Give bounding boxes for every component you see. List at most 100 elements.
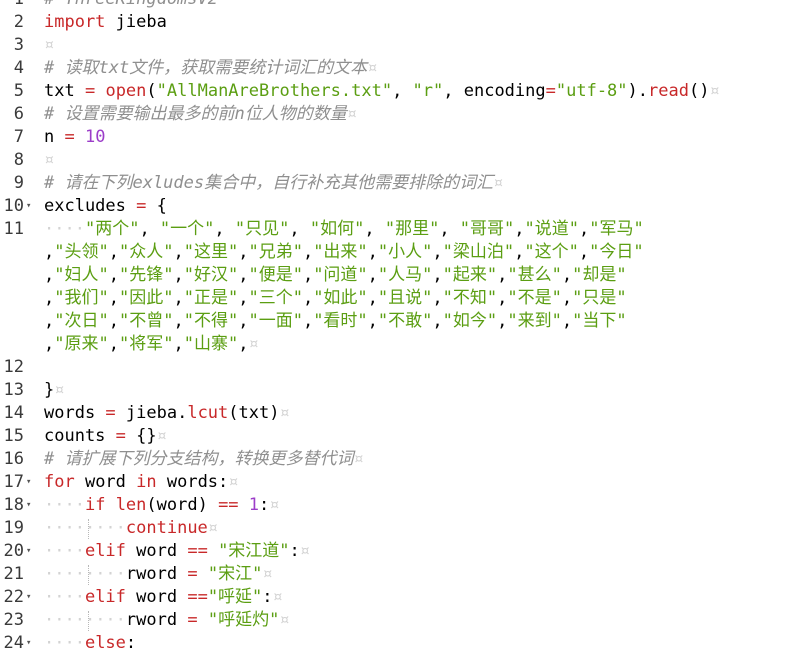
code-token: , <box>108 311 119 331</box>
code-text[interactable]: counts = {}¤ <box>44 425 167 448</box>
code-token: "只是" <box>572 288 627 308</box>
code-text[interactable]: ,"妇人","先锋","好汉","便是","问道","人马","起来","甚么"… <box>44 264 627 287</box>
code-text[interactable]: ········continue¤ <box>44 517 218 540</box>
code-line[interactable]: 20 ▾ ····elif word == "宋江道":¤ <box>0 540 794 563</box>
code-text[interactable]: ····else: <box>44 632 136 655</box>
code-token: , <box>514 242 525 262</box>
code-token: 10 <box>84 127 106 147</box>
code-text[interactable]: ········rword = "呼延灼"¤ <box>44 609 290 632</box>
whitespace-marker: ¤ <box>346 104 357 124</box>
code-text[interactable]: ,"原来","将军","山寨",¤ <box>44 333 259 356</box>
whitespace-marker: ···· <box>84 518 126 538</box>
code-line[interactable]: 23 ········rword = "呼延灼"¤ <box>0 609 794 632</box>
code-line[interactable]: 10 ▾ excludes = { <box>0 195 794 218</box>
indent-guide <box>88 519 90 539</box>
code-text[interactable]: ····elif word == "宋江道":¤ <box>44 540 310 563</box>
code-token: "先锋" <box>118 265 174 285</box>
code-line[interactable]: 24 ▾ ····else: <box>0 632 794 655</box>
code-line[interactable]: 9 # 请在下列exludes集合中，自行补充其他需要排除的词汇¤ <box>0 172 794 195</box>
line-number: 8 <box>13 150 24 170</box>
code-text[interactable]: ········rword = "宋江"¤ <box>44 563 273 586</box>
code-line[interactable]: 18 ▾ ····if len(word) == 1:¤ <box>0 494 794 517</box>
code-text[interactable]: ,"我们","因此","正是","三个","如此","且说","不知","不是"… <box>44 287 627 310</box>
code-line[interactable]: 22 ▾ ····elif word =="呼延":¤ <box>0 586 794 609</box>
code-token: "r" <box>412 81 444 101</box>
whitespace-marker: ···· <box>44 219 85 239</box>
line-number <box>0 264 24 287</box>
fold-toggle-icon[interactable]: ▾ <box>26 632 36 655</box>
code-line[interactable]: 4 # 读取txt文件，获取需要统计词汇的文本¤ <box>0 57 794 80</box>
code-text[interactable]: # 请在下列exludes集合中，自行补充其他需要排除的词汇¤ <box>44 172 503 195</box>
code-line[interactable]: 13}¤ <box>0 379 794 402</box>
code-text[interactable]: ¤ <box>44 34 54 57</box>
code-line[interactable]: 17 ▾ for word in words:¤ <box>0 471 794 494</box>
code-line[interactable]: 3 ¤ <box>0 34 794 57</box>
fold-toggle-icon[interactable]: ▾ <box>26 494 36 517</box>
code-line[interactable]: 1 # ThreeKingdomsV2 <box>0 0 794 11</box>
code-line[interactable]: 19 ········continue¤ <box>0 517 794 540</box>
code-editor[interactable]: 1# ThreeKingdomsV22 import jieba3¤4# 读取tx… <box>0 0 794 661</box>
code-text[interactable]: ,"次日","不曾","不得","一面","看时","不敢","如今","来到"… <box>44 310 627 333</box>
code-token: , <box>44 288 55 308</box>
fold-toggle-icon[interactable]: ▾ <box>26 195 36 218</box>
code-line[interactable]: ,"头领","众人","这里","兄弟","出来","小人","梁山泊","这个… <box>0 241 794 264</box>
line-number: 10 <box>3 196 24 216</box>
code-text[interactable]: n = 10 <box>44 126 105 149</box>
code-token: , <box>439 219 460 239</box>
code-text[interactable]: words = jieba.lcut(txt)¤ <box>44 402 290 425</box>
code-token: open <box>105 81 147 101</box>
code-token: in <box>136 472 157 492</box>
code-token: rword <box>125 610 188 630</box>
code-line[interactable]: ,"原来","将军","山寨",¤ <box>0 333 794 356</box>
code-token: = <box>136 196 147 216</box>
code-text[interactable]: # 读取txt文件，获取需要统计词汇的文本¤ <box>44 57 377 80</box>
line-number <box>0 310 24 333</box>
code-line[interactable]: 12 <box>0 356 794 379</box>
code-token: "军马" <box>589 219 644 239</box>
code-line[interactable]: ,"我们","因此","正是","三个","如此","且说","不知","不是"… <box>0 287 794 310</box>
fold-toggle-icon[interactable]: ▾ <box>26 471 36 494</box>
code-token: = <box>187 564 198 584</box>
code-text[interactable]: ····elif word =="呼延":¤ <box>44 586 283 609</box>
code-token: == <box>187 587 208 607</box>
code-text[interactable]: ¤ <box>44 149 54 172</box>
code-token: , <box>432 242 443 262</box>
code-line[interactable]: ,"次日","不曾","不得","一面","看时","不敢","如今","来到"… <box>0 310 794 333</box>
code-text[interactable]: excludes = { <box>44 195 167 218</box>
code-text[interactable]: }¤ <box>44 379 65 402</box>
whitespace-marker: ¤ <box>299 541 311 561</box>
code-token: { <box>146 196 167 216</box>
code-line[interactable]: 21 ········rword = "宋江"¤ <box>0 563 794 586</box>
code-line[interactable]: 6 # 设置需要输出最多的前n位人物的数量¤ <box>0 103 794 126</box>
code-token: "这个" <box>524 242 579 262</box>
code-text[interactable]: import jieba <box>44 11 167 34</box>
code-text[interactable]: for word in words:¤ <box>44 471 239 494</box>
line-number: 14 <box>3 403 24 423</box>
code-line[interactable]: 2 import jieba <box>0 11 794 34</box>
code-line[interactable]: 5 txt = open("AllManAreBrothers.txt", "r"… <box>0 80 794 103</box>
code-line[interactable]: 8 ¤ <box>0 149 794 172</box>
code-token: , <box>108 265 119 285</box>
code-line[interactable]: 7n = 10 <box>0 126 794 149</box>
code-token: "如此" <box>313 288 368 308</box>
code-line[interactable]: 15 counts = {}¤ <box>0 425 794 448</box>
code-token: , <box>302 242 314 262</box>
fold-toggle-icon[interactable]: ▾ <box>26 586 36 609</box>
line-number: 5 <box>13 81 24 101</box>
code-line[interactable]: 11 ····"两个", "一个", "只见", "如何", "那里", "哥哥"… <box>0 218 794 241</box>
code-text[interactable]: txt = open("AllManAreBrothers.txt", "r",… <box>44 80 720 103</box>
code-line[interactable]: ,"妇人","先锋","好汉","便是","问道","人马","起来","甚么"… <box>0 264 794 287</box>
code-text[interactable]: ,"头领","众人","这里","兄弟","出来","小人","梁山泊","这个… <box>44 241 644 264</box>
code-text[interactable]: ····"两个", "一个", "只见", "如何", "那里", "哥哥","… <box>44 218 644 241</box>
line-number: 2 <box>13 12 24 32</box>
code-text[interactable]: ····if len(word) == 1:¤ <box>44 494 280 517</box>
code-line[interactable]: 14 words = jieba.lcut(txt)¤ <box>0 402 794 425</box>
fold-toggle-icon[interactable]: ▾ <box>26 540 36 563</box>
code-token: , <box>173 265 184 285</box>
code-text[interactable]: # ThreeKingdomsV2 <box>44 0 218 11</box>
code-text[interactable]: # 请扩展下列分支结构，转换更多替代词¤ <box>44 448 364 471</box>
line-number: 6 <box>13 104 24 124</box>
code-text[interactable]: # 设置需要输出最多的前n位人物的数量¤ <box>44 103 357 126</box>
code-line[interactable]: 16 # 请扩展下列分支结构，转换更多替代词¤ <box>0 448 794 471</box>
code-token: "AllManAreBrothers.txt" <box>156 81 393 101</box>
